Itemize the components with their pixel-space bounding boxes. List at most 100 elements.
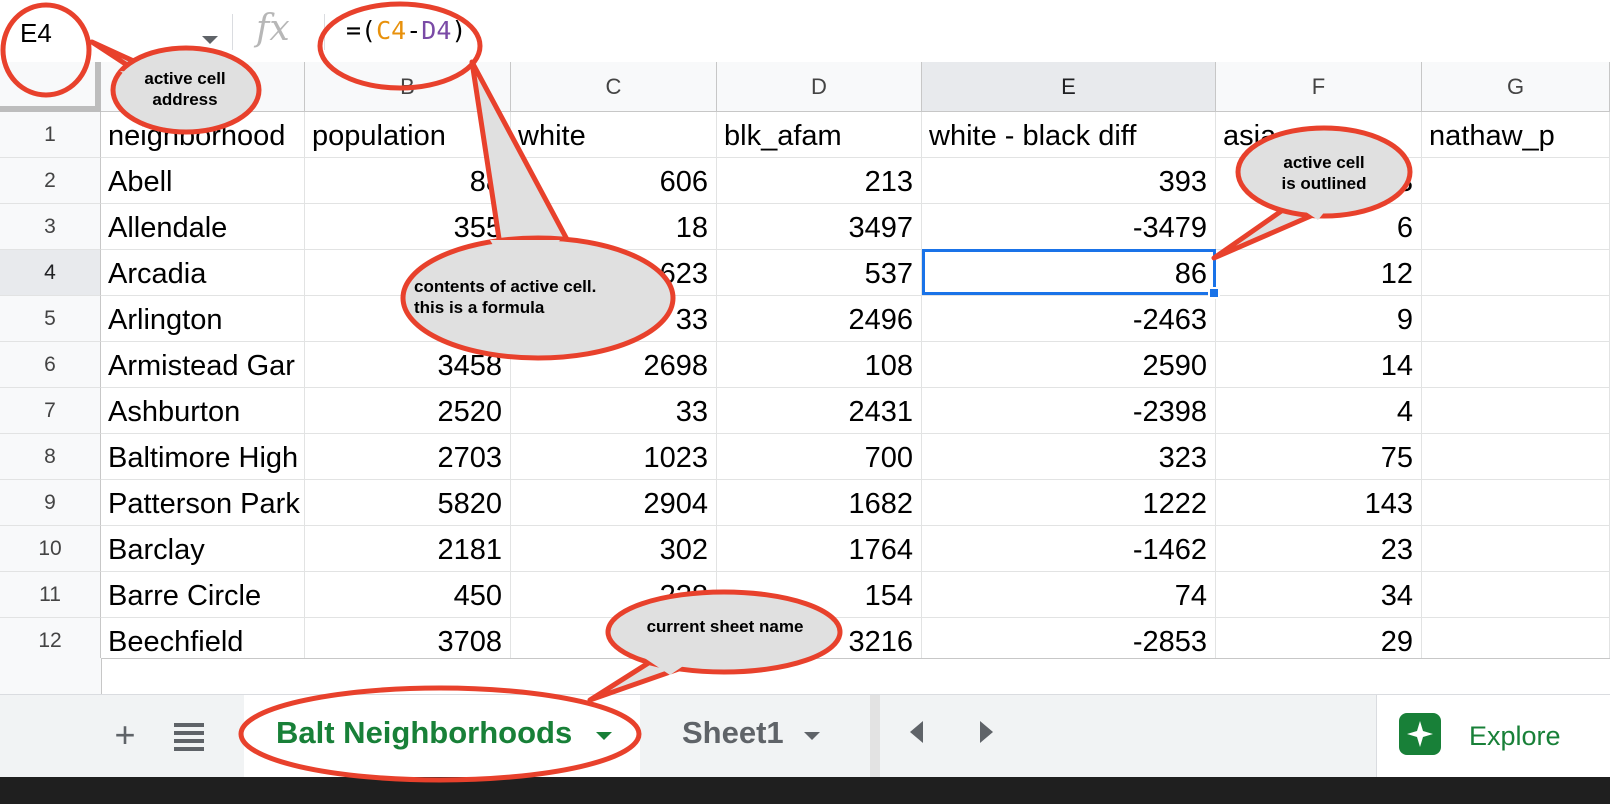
cell[interactable]: Barclay <box>101 526 305 572</box>
cell[interactable]: 9 <box>1216 296 1422 342</box>
cell[interactable]: Allendale <box>101 204 305 250</box>
cell[interactable]: 12 <box>1216 250 1422 296</box>
cell[interactable]: 623 <box>511 250 717 296</box>
cell[interactable]: 1222 <box>922 480 1216 526</box>
cell[interactable]: 3 <box>1216 158 1422 204</box>
cell[interactable]: 88 <box>305 158 511 204</box>
row-header[interactable]: 6 <box>0 342 101 388</box>
cell[interactable]: 228 <box>511 572 717 618</box>
cell[interactable]: 606 <box>511 158 717 204</box>
column-header-d[interactable]: D <box>717 62 922 112</box>
cell[interactable]: Patterson Park <box>101 480 305 526</box>
cell[interactable]: -2398 <box>922 388 1216 434</box>
chevron-down-icon[interactable] <box>596 732 612 740</box>
column-title-cell[interactable]: nathaw_p <box>1422 112 1610 158</box>
cell[interactable]: 4 <box>1216 388 1422 434</box>
cell[interactable]: 2496 <box>717 296 922 342</box>
cell[interactable]: 34 <box>1216 572 1422 618</box>
name-box-value[interactable]: E4 <box>20 18 52 49</box>
cell[interactable]: 18 <box>511 204 717 250</box>
cell[interactable]: 213 <box>717 158 922 204</box>
cell[interactable]: 154 <box>717 572 922 618</box>
cell[interactable] <box>1422 296 1610 342</box>
cell[interactable]: 3458 <box>305 342 511 388</box>
cell[interactable] <box>1422 572 1610 618</box>
cell[interactable]: 393 <box>922 158 1216 204</box>
name-box[interactable]: E4 <box>6 6 218 56</box>
chevron-down-icon[interactable] <box>202 36 218 44</box>
row-header[interactable]: 3 <box>0 204 101 250</box>
column-title-cell[interactable]: white <box>511 112 717 158</box>
column-title-cell[interactable]: white - black diff <box>922 112 1216 158</box>
cell[interactable]: 355 <box>305 204 511 250</box>
cell[interactable]: 143 <box>1216 480 1422 526</box>
cell[interactable]: Armistead Gar <box>101 342 305 388</box>
fill-handle[interactable] <box>1208 287 1220 299</box>
cell[interactable]: 33 <box>511 296 717 342</box>
cell[interactable]: 1023 <box>511 434 717 480</box>
cell[interactable]: 2703 <box>305 434 511 480</box>
column-title-cell[interactable]: asia <box>1216 112 1422 158</box>
column-header-e[interactable]: E <box>922 62 1216 112</box>
all-sheets-button[interactable] <box>172 717 206 757</box>
cell[interactable]: 75 <box>1216 434 1422 480</box>
cell[interactable]: 86 <box>922 250 1216 296</box>
cell[interactable] <box>1422 434 1610 480</box>
cell[interactable] <box>305 296 511 342</box>
cell[interactable]: Arlington <box>101 296 305 342</box>
triangle-left-icon[interactable] <box>910 721 923 743</box>
cell[interactable]: -1462 <box>922 526 1216 572</box>
add-sheet-button[interactable]: + <box>108 715 142 757</box>
tab-balt-neighborhoods[interactable]: Balt Neighborhoods <box>244 695 640 777</box>
cell[interactable]: 23 <box>1216 526 1422 572</box>
cell[interactable] <box>1422 388 1610 434</box>
row-header[interactable]: 4 <box>0 250 101 296</box>
cell[interactable]: Ashburton <box>101 388 305 434</box>
cell[interactable]: 2904 <box>511 480 717 526</box>
explore-button[interactable]: Explore <box>1376 695 1610 777</box>
cell[interactable]: 2181 <box>305 526 511 572</box>
cell[interactable]: 2590 <box>922 342 1216 388</box>
cell[interactable]: Baltimore High <box>101 434 305 480</box>
cell[interactable]: -2463 <box>922 296 1216 342</box>
cell[interactable]: 1682 <box>717 480 922 526</box>
cell[interactable]: -3479 <box>922 204 1216 250</box>
cell[interactable] <box>1422 526 1610 572</box>
cell[interactable]: 2520 <box>305 388 511 434</box>
cell[interactable]: 537 <box>717 250 922 296</box>
row-header[interactable]: 9 <box>0 480 101 526</box>
cell[interactable] <box>1422 342 1610 388</box>
cell[interactable]: 302 <box>511 526 717 572</box>
cell[interactable] <box>1422 158 1610 204</box>
row-header[interactable]: 10 <box>0 526 101 572</box>
column-title-cell[interactable]: population <box>305 112 511 158</box>
row-header[interactable]: 5 <box>0 296 101 342</box>
cell[interactable]: 323 <box>922 434 1216 480</box>
cell[interactable]: 5820 <box>305 480 511 526</box>
row-header[interactable]: 7 <box>0 388 101 434</box>
cell[interactable]: 3497 <box>717 204 922 250</box>
cell[interactable]: 450 <box>305 572 511 618</box>
row-header[interactable]: 8 <box>0 434 101 480</box>
column-title-cell[interactable]: blk_afam <box>717 112 922 158</box>
select-all-corner[interactable] <box>0 62 101 112</box>
cell[interactable]: 14 <box>1216 342 1422 388</box>
cell[interactable]: 74 <box>922 572 1216 618</box>
cell[interactable]: Barre Circle <box>101 572 305 618</box>
column-header-c[interactable]: C <box>511 62 717 112</box>
cell[interactable] <box>1422 480 1610 526</box>
cell[interactable]: Abell <box>101 158 305 204</box>
cell[interactable]: 700 <box>717 434 922 480</box>
formula-input[interactable]: =(C4-D4) <box>346 16 466 45</box>
cell[interactable]: 108 <box>717 342 922 388</box>
cell[interactable] <box>305 250 511 296</box>
cell[interactable]: 33 <box>511 388 717 434</box>
column-title-cell[interactable]: neighborhood <box>101 112 305 158</box>
row-header[interactable]: 2 <box>0 158 101 204</box>
column-header-b[interactable]: B <box>305 62 511 112</box>
cell[interactable]: Arcadia <box>101 250 305 296</box>
cell[interactable]: 1764 <box>717 526 922 572</box>
cell[interactable] <box>1422 204 1610 250</box>
cell[interactable]: 6 <box>1216 204 1422 250</box>
column-header-f[interactable]: F <box>1216 62 1422 112</box>
